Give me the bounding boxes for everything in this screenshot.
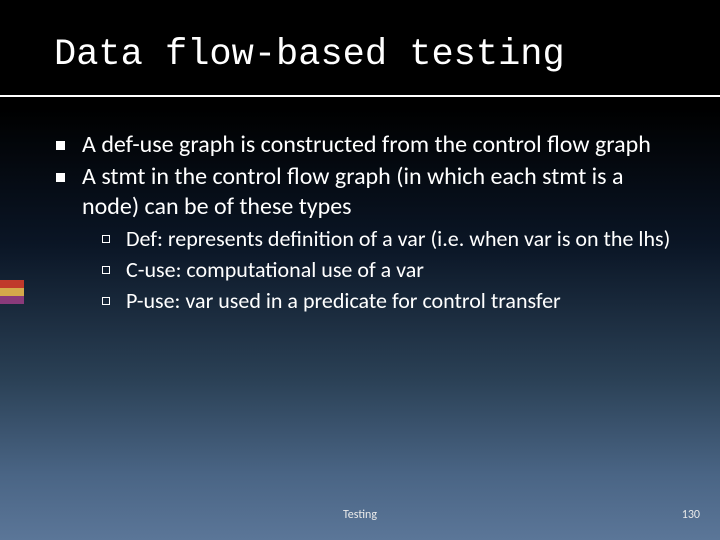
bullet-text: A def-use graph is constructed from the … xyxy=(82,130,651,159)
list-item: Def: represents definition of a var (i.e… xyxy=(100,225,682,253)
bullet-text: Def: represents definition of a var (i.e… xyxy=(126,225,670,252)
bullet-text: C-use: computational use of a var xyxy=(126,256,424,283)
accent-purple xyxy=(0,296,24,304)
title-region: Data flow-based testing xyxy=(0,0,720,84)
bullet-list: A def-use graph is constructed from the … xyxy=(54,130,682,315)
list-item: A stmt in the control flow graph (in whi… xyxy=(54,162,682,315)
accent-red xyxy=(0,280,24,288)
slide-title: Data flow-based testing xyxy=(54,34,720,76)
list-item: C-use: computational use of a var xyxy=(100,256,682,284)
footer-center-text: Testing xyxy=(343,508,377,522)
list-item: P-use: var used in a predicate for contr… xyxy=(100,287,682,315)
body-content: A def-use graph is constructed from the … xyxy=(54,130,682,318)
sub-bullet-list: Def: represents definition of a var (i.e… xyxy=(100,225,682,315)
bullet-text: A stmt in the control flow graph (in whi… xyxy=(82,162,624,220)
accent-strip xyxy=(0,280,24,304)
bullet-text: P-use: var used in a predicate for contr… xyxy=(126,287,561,314)
accent-gold xyxy=(0,288,24,296)
list-item: A def-use graph is constructed from the … xyxy=(54,130,682,159)
title-divider xyxy=(0,95,720,97)
page-number: 130 xyxy=(682,508,700,522)
